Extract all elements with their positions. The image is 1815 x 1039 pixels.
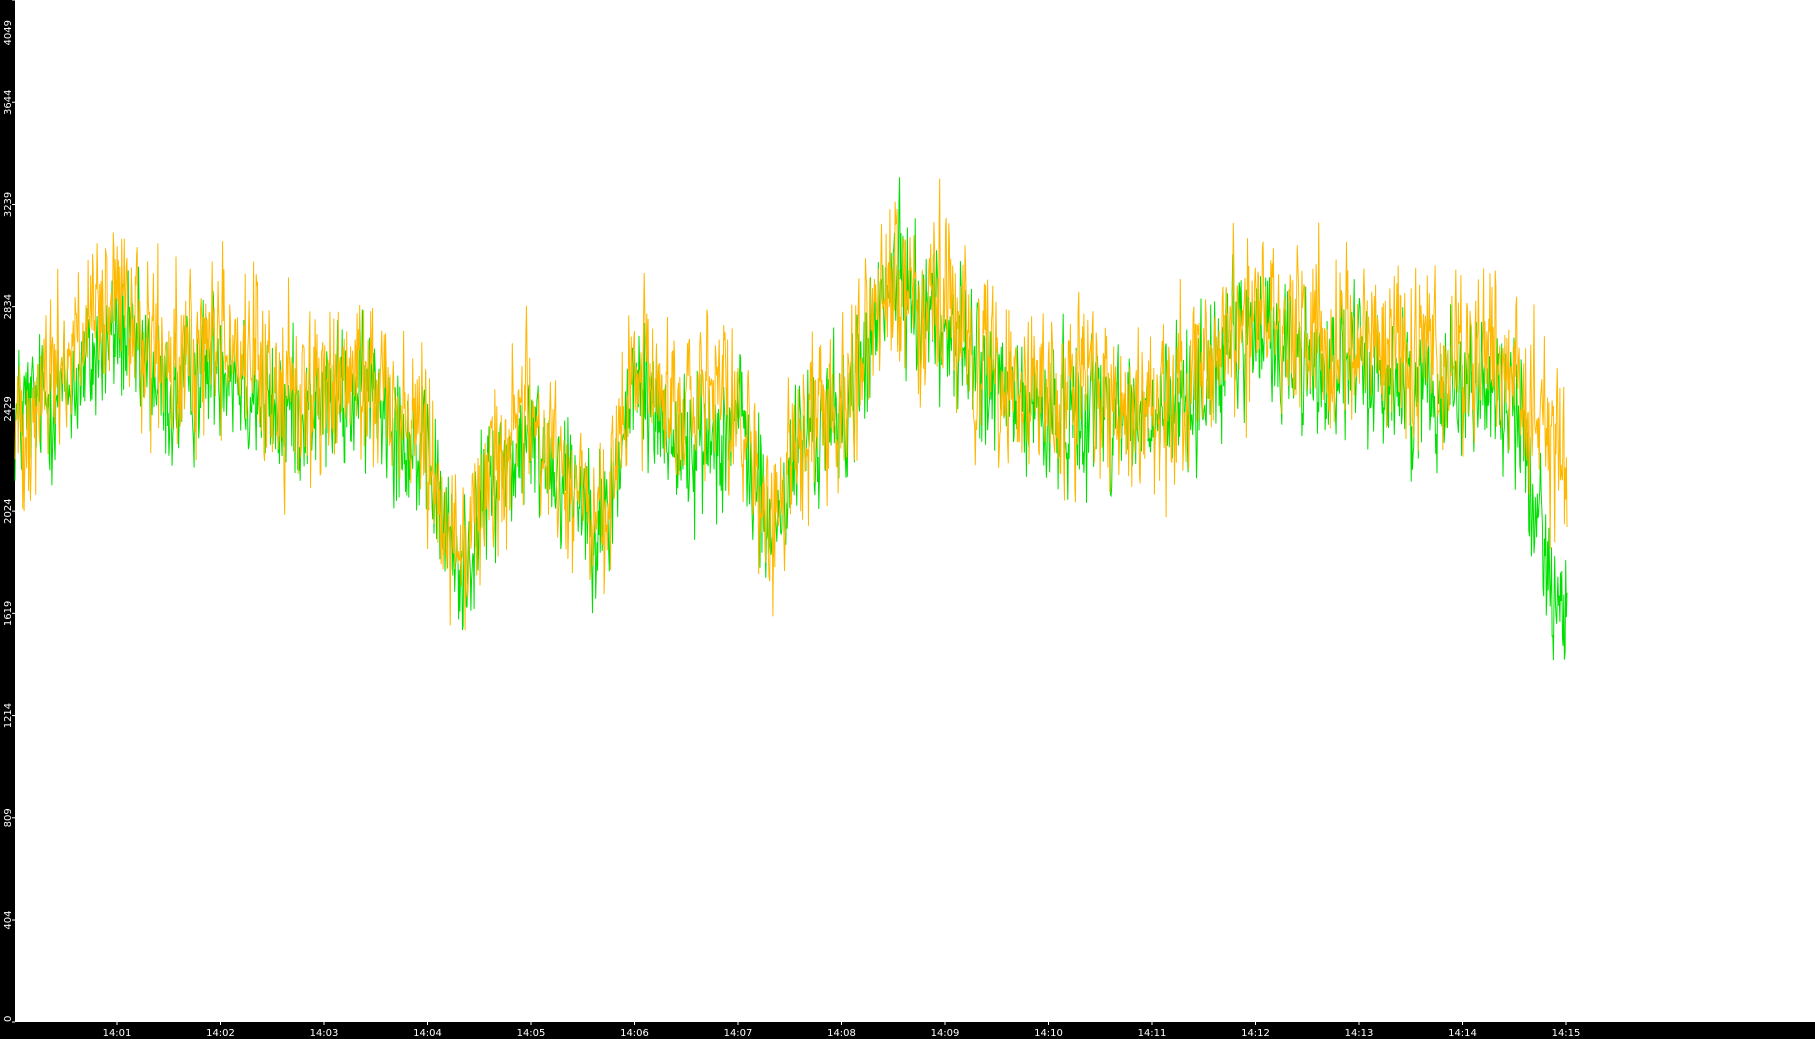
y-tick-label: 2429 bbox=[3, 396, 14, 421]
y-axis: 0 404 809 1214 1619 2024 2429 2834 3239 3644 4049 bbox=[3, 0, 15, 1023]
x-tick-label: 14:07 bbox=[724, 1028, 753, 1039]
x-tick-label: 14:02 bbox=[206, 1028, 235, 1039]
y-tick-label: 2024 bbox=[3, 498, 14, 523]
x-tick-label: 14:10 bbox=[1034, 1028, 1063, 1039]
y-tick-label: 404 bbox=[3, 910, 14, 929]
x-tick-label: 14:09 bbox=[931, 1028, 960, 1039]
x-tick-label: 14:14 bbox=[1448, 1028, 1477, 1039]
x-tick-label: 14:13 bbox=[1345, 1028, 1374, 1039]
y-tick-label: 4049 bbox=[3, 20, 14, 45]
x-tick-label: 14:03 bbox=[310, 1028, 339, 1039]
y-tick-label: 1214 bbox=[3, 703, 14, 728]
y-tick-label: 1619 bbox=[3, 601, 14, 626]
x-tick-label: 14:11 bbox=[1138, 1028, 1167, 1039]
x-tick-label: 14:06 bbox=[620, 1028, 649, 1039]
x-tick-label: 14:05 bbox=[517, 1028, 546, 1039]
line-chart: 040480912141619202424292834323936444049 … bbox=[3, 0, 1815, 1039]
x-tick-label: 14:04 bbox=[413, 1028, 442, 1039]
x-tick-label: 14:12 bbox=[1241, 1028, 1270, 1039]
y-tick-label: 3239 bbox=[3, 192, 14, 217]
y-tick-label: 2834 bbox=[3, 294, 14, 319]
y-tick-label: 3644 bbox=[3, 89, 14, 114]
x-tick-label: 14:01 bbox=[103, 1028, 132, 1039]
x-tick-label: 14:08 bbox=[827, 1028, 856, 1039]
x-tick-label: 14:15 bbox=[1552, 1028, 1581, 1039]
x-axis: 14:01 14:02 14:03 14:04 14:05 14:06 14:07 14:08… bbox=[103, 1022, 1581, 1039]
y-tick-label: 0 bbox=[3, 1016, 14, 1022]
y-tick-label: 809 bbox=[3, 808, 14, 827]
